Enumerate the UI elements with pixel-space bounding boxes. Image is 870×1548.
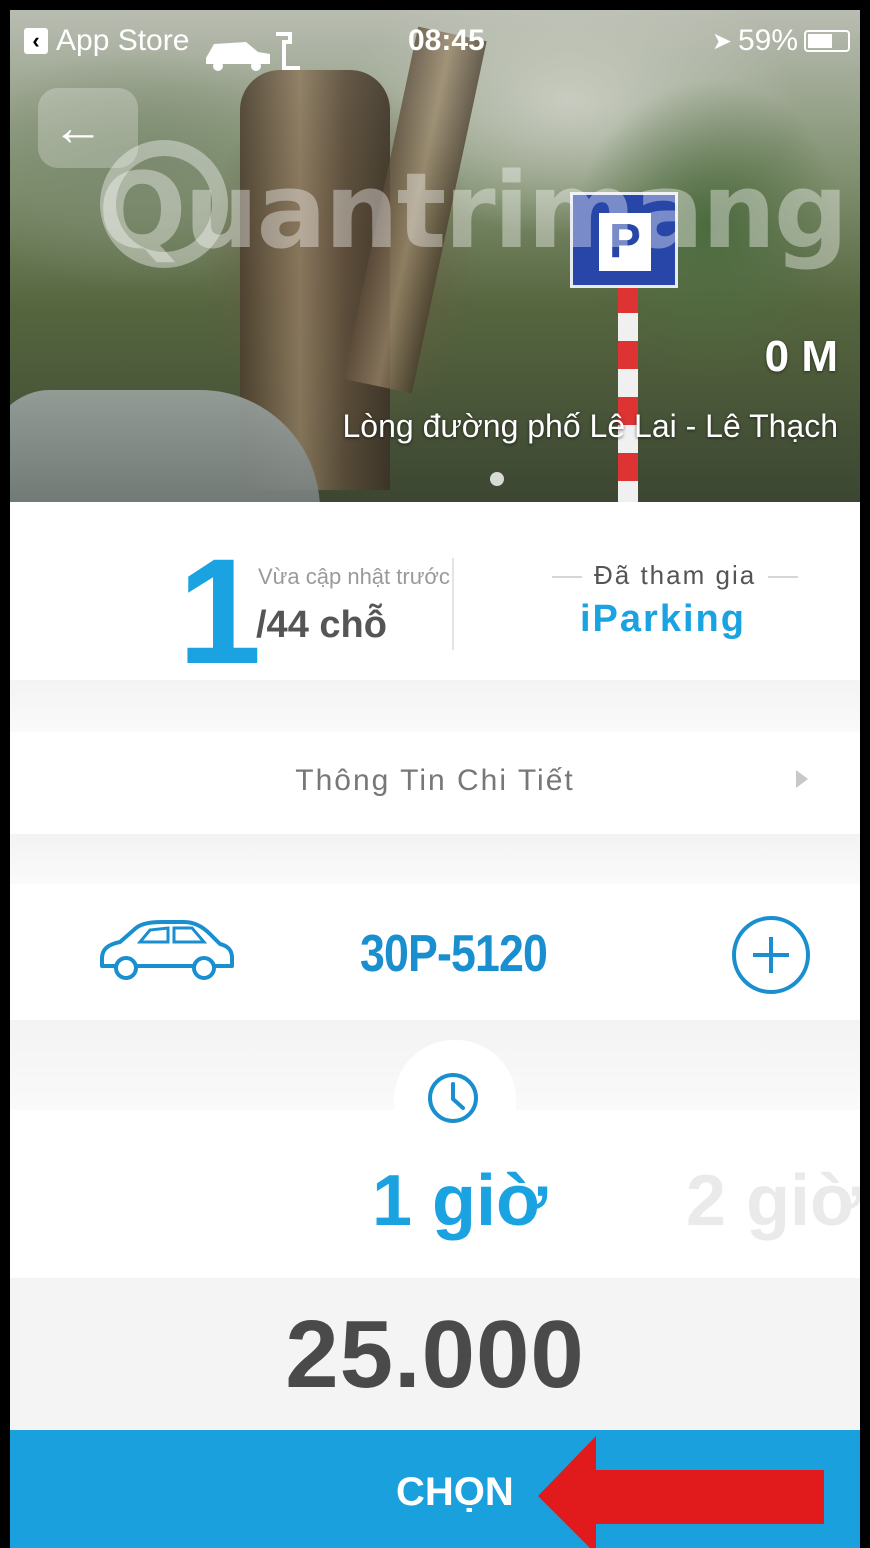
photo-pager-dot[interactable]: [490, 472, 504, 486]
car-status-icon: [206, 32, 300, 71]
arrow-left-icon: ←: [52, 99, 104, 157]
add-vehicle-button[interactable]: [732, 916, 810, 994]
battery-percent: 59%: [737, 24, 798, 57]
back-arrow-button[interactable]: ←: [38, 88, 138, 168]
app-screen: P Quantrimang ‹ App Store 08:45 ➤ 59% ← …: [0, 0, 870, 1548]
detail-info-label: Thông Tin Chi Tiết: [295, 764, 575, 797]
section-gap: [10, 680, 860, 732]
detail-info-row[interactable]: Thông Tin Chi Tiết: [10, 732, 860, 834]
location-name: Lòng đường phố Lê Lai - Lê Thạch: [342, 408, 838, 444]
red-annotation-arrow-icon: [538, 1436, 824, 1548]
chevron-left-icon: ‹: [24, 28, 48, 54]
location-arrow-icon: ➤: [711, 27, 732, 55]
car-icon[interactable]: [96, 916, 236, 984]
watermark-text: Quantrimang: [98, 150, 848, 272]
brand-name: iParking: [580, 598, 746, 640]
select-button-label: CHỌN: [396, 1470, 514, 1514]
status-time: 08:45: [408, 24, 485, 57]
parking-sign-pole: [618, 285, 638, 502]
duration-option-2h[interactable]: 2 giờ: [686, 1160, 860, 1242]
parking-photo: P Quantrimang ‹ App Store 08:45 ➤ 59% ← …: [10, 10, 860, 502]
divider: [452, 558, 454, 650]
joined-label: Đã tham gia: [540, 560, 810, 591]
battery-icon: [804, 30, 850, 52]
license-plate[interactable]: 30P-5120: [360, 924, 548, 984]
section-gap: [10, 834, 860, 884]
back-to-app-store[interactable]: ‹ App Store: [24, 24, 189, 58]
distance-label: 0 M: [764, 332, 838, 381]
total-slots: /44 chỗ: [256, 604, 387, 646]
status-bar: ‹ App Store 08:45 ➤ 59%: [10, 10, 860, 71]
update-note: Vừa cập nhật trước: [258, 564, 450, 589]
back-app-label: App Store: [56, 24, 190, 57]
chevron-right-icon: [796, 770, 808, 788]
availability-section: [10, 502, 860, 680]
duration-option-1h[interactable]: 1 giờ: [372, 1160, 547, 1242]
clock-icon: [428, 1073, 478, 1123]
price-amount: 25.000: [285, 1301, 585, 1408]
free-slot-count: 1: [178, 527, 261, 695]
